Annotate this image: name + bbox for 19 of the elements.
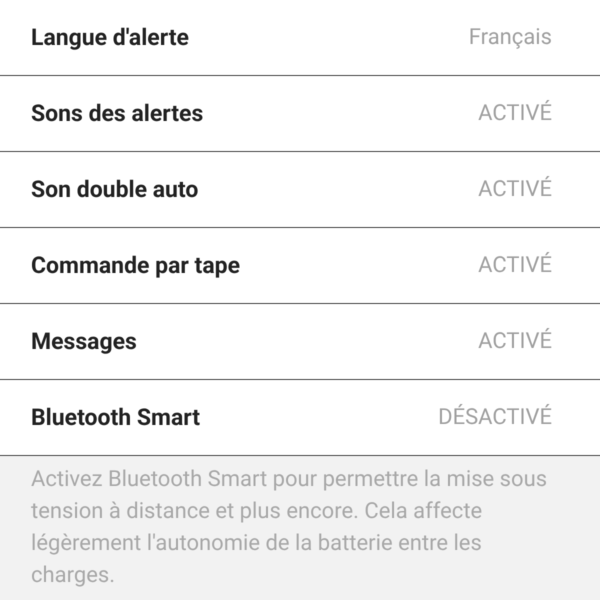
setting-label: Son double auto [31, 176, 198, 203]
setting-label: Sons des alertes [31, 100, 204, 127]
setting-description: Activez Bluetooth Smart pour permettre la mise sous tension à distance et plus encore. Cela affecte légèrement l'autonomie de la batterie entre les charges. [30, 466, 548, 590]
setting-value: Français [468, 25, 552, 50]
setting-value: ACTIVÉ [478, 253, 552, 278]
setting-row[interactable]: Sons des alertes ACTIVÉ [0, 76, 600, 152]
setting-label: Bluetooth Smart [31, 404, 200, 431]
setting-value: ACTIVÉ [478, 329, 552, 354]
setting-label: Messages [31, 328, 137, 355]
setting-label: Commande par tape [31, 252, 240, 279]
setting-row[interactable]: Langue d'alerte Français [0, 0, 600, 76]
setting-value: ACTIVÉ [478, 101, 552, 126]
setting-row[interactable]: Messages ACTIVÉ [0, 304, 600, 380]
setting-value: ACTIVÉ [478, 177, 552, 202]
setting-value: DÉSACTIVÉ [438, 405, 552, 430]
setting-row[interactable]: Son double auto ACTIVÉ [0, 152, 600, 228]
setting-row[interactable]: Commande par tape ACTIVÉ [0, 228, 600, 304]
setting-row[interactable]: Bluetooth Smart DÉSACTIVÉ [0, 380, 600, 456]
setting-label: Langue d'alerte [31, 24, 189, 51]
